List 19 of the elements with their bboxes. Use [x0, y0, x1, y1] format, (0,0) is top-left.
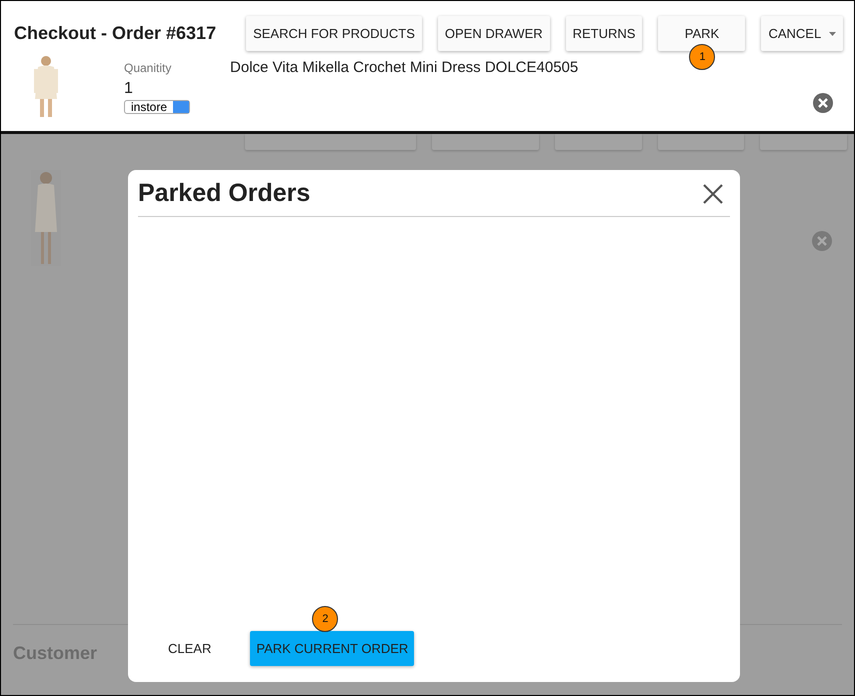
remove-icon[interactable]	[813, 93, 833, 113]
toolbar-button[interactable]: CANCEL	[761, 16, 844, 51]
product-name: Dolce Vita Mikella Crochet Mini Dress DOLCE40505	[230, 59, 578, 76]
dialog-title: Parked Orders	[138, 179, 310, 208]
page-title: Checkout - Order #6317	[14, 23, 216, 44]
remove-icon	[812, 231, 832, 251]
callout-marker: 2	[312, 606, 338, 632]
toolbar-button[interactable]: PARK	[658, 16, 746, 51]
close-icon[interactable]	[703, 184, 723, 204]
toolbar-button[interactable]: SEARCH FOR PRODUCTS	[246, 16, 422, 51]
toolbar-button[interactable]: RETURNS	[566, 16, 642, 51]
dialog-button[interactable]: PARK CURRENT ORDER	[250, 631, 414, 666]
location-select[interactable]: instore	[124, 100, 190, 114]
callout-marker: 1	[689, 44, 716, 70]
dialog-button[interactable]: CLEAR	[153, 631, 226, 666]
field-label: Quanitity	[124, 61, 172, 75]
toolbar-button[interactable]: OPEN DRAWER	[438, 16, 550, 51]
quantity-field[interactable]: 1	[124, 80, 190, 98]
caret-icon	[829, 32, 836, 36]
